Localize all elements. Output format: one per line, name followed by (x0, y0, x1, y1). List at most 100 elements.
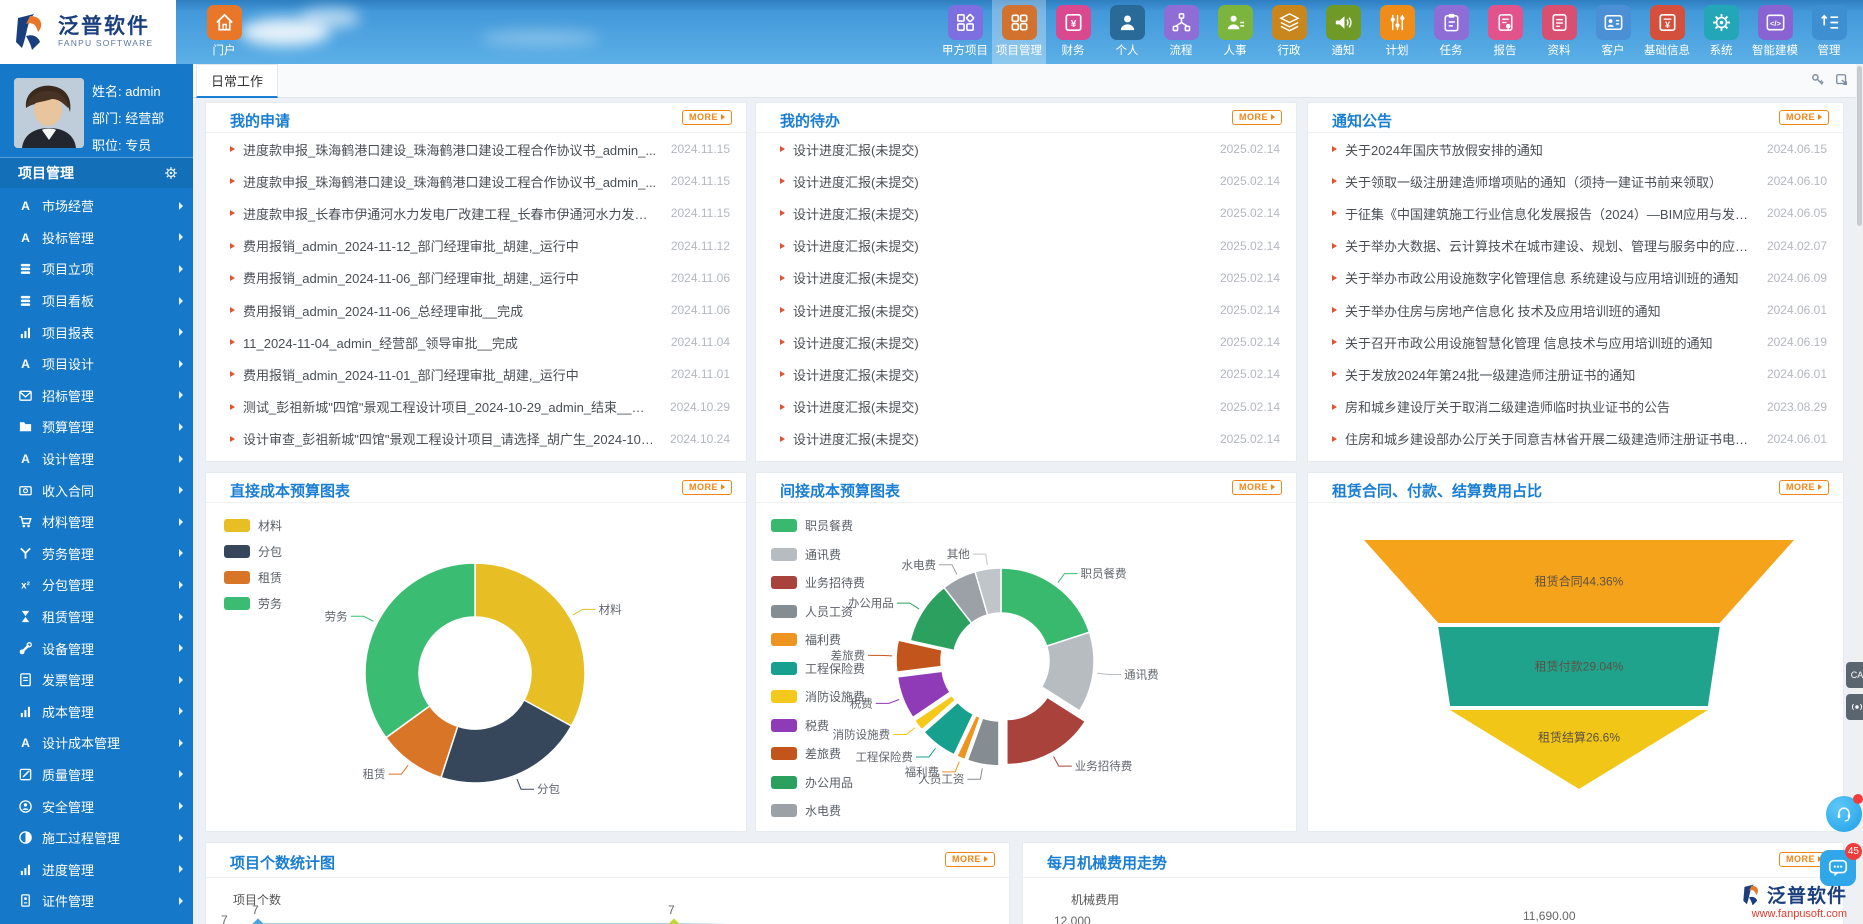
more-button[interactable]: MORE (682, 110, 732, 125)
scrollbar-thumb[interactable] (1857, 66, 1862, 226)
more-button[interactable]: MORE (682, 480, 732, 495)
nav-item[interactable]: 行政 (1262, 0, 1316, 64)
sidebar-item[interactable]: 劳务管理 (0, 538, 193, 570)
list-item[interactable]: 关于举办大数据、云计算技术在城市建设、规划、管理与服务中的应用培训班... 20… (1308, 230, 1843, 262)
list-item[interactable]: 费用报销_admin_2024-11-01_部门经理审批_胡建,_运行中 202… (206, 358, 746, 390)
nav-item[interactable]: 客户 (1586, 0, 1640, 64)
avatar[interactable] (14, 78, 84, 148)
legend-item[interactable]: 劳务 (224, 595, 282, 612)
sidebar-item[interactable]: 设计成本管理 (0, 727, 193, 759)
list-item[interactable]: 设计进度汇报(未提交) 2025.02.14 (756, 326, 1296, 358)
list-item[interactable]: 11_2024-11-04_admin_经营部_领导审批__完成 2024.11… (206, 326, 746, 358)
data-point-marker[interactable] (668, 918, 679, 924)
list-item[interactable]: 设计进度汇报(未提交) 2025.02.14 (756, 294, 1296, 326)
data-point-marker[interactable] (252, 918, 263, 924)
list-item[interactable]: 关于发放2024年第24批一级建造师注册证书的通知 2024.06.01 (1308, 358, 1843, 390)
sidebar-item[interactable]: 收入合同 (0, 474, 193, 506)
key-icon[interactable] (1811, 73, 1825, 87)
legend-item[interactable]: 水电费 (771, 802, 865, 819)
more-button[interactable]: MORE (1232, 480, 1282, 495)
sidebar-item[interactable]: 市场经营 (0, 190, 193, 222)
voice-widget[interactable] (1846, 694, 1863, 720)
project-count-line-chart[interactable] (206, 913, 1010, 924)
legend-item[interactable]: 消防设施费 (771, 688, 865, 705)
nav-item[interactable]: 甲方项目 (938, 0, 992, 64)
list-item[interactable]: 关于领取一级注册建造师增项贴的通知（须持一建证书前来领取） 2024.06.10 (1308, 165, 1843, 197)
sidebar-item[interactable]: 项目立项 (0, 253, 193, 285)
more-button[interactable]: MORE (1779, 480, 1829, 495)
nav-item[interactable]: 资料 (1532, 0, 1586, 64)
list-item[interactable]: 设计进度汇报(未提交) 2025.02.14 (756, 230, 1296, 262)
legend-item[interactable]: 业务招待费 (771, 574, 865, 591)
sidebar-section-project-management[interactable]: 项目管理 (0, 158, 193, 188)
nav-item[interactable]: 个人 (1100, 0, 1154, 64)
legend-item[interactable]: 其他 (771, 831, 865, 833)
list-item[interactable]: 设计进度汇报(未提交) 2025.02.14 (756, 133, 1296, 165)
nav-item[interactable]: 系统 (1694, 0, 1748, 64)
list-item[interactable]: 设计审查_彭祖新城"四馆"景观工程设计项目_请选择_胡广生_2024-10-2.… (206, 423, 746, 455)
legend-item[interactable]: 通讯费 (771, 546, 865, 563)
list-item[interactable]: 费用报销_admin_2024-11-06_部门经理审批_胡建,_运行中 202… (206, 262, 746, 294)
customer-service-button[interactable] (1826, 796, 1862, 832)
external-link-icon[interactable] (1835, 73, 1849, 87)
pie-slice[interactable] (1001, 568, 1089, 646)
list-item[interactable]: 关于召开市政公用设施智慧化管理 信息技术与应用培训班的通知 2024.06.19 (1308, 326, 1843, 358)
list-item[interactable]: 关于2024年国庆节放假安排的通知 2024.06.15 (1308, 133, 1843, 165)
nav-item[interactable]: 基础信息 (1640, 0, 1694, 64)
list-item[interactable]: 进度款申报_长春市伊通河水力发电厂改建工程_长春市伊通河水力发电... 2024… (206, 197, 746, 229)
legend-item[interactable]: 人员工资 (771, 603, 865, 620)
nav-item[interactable]: 智能建模 (1748, 0, 1802, 64)
nav-item[interactable]: 人事 (1208, 0, 1262, 64)
list-item[interactable]: 房和城乡建设厅关于取消二级建造师临时执业证书的公告 2023.08.29 (1308, 391, 1843, 423)
sidebar-item[interactable]: 进度管理 (0, 853, 193, 885)
list-item[interactable]: 测试_彭祖新城"四馆"景观工程设计项目_2024-10-29_admin_结束_… (206, 391, 746, 423)
list-item[interactable]: 费用报销_admin_2024-11-12_部门经理审批_胡建,_运行中 202… (206, 230, 746, 262)
list-item[interactable]: 进度款申报_珠海鹤港口建设_珠海鹤港口建设工程合作协议书_admin_... 2… (206, 133, 746, 165)
nav-item[interactable]: 管理 (1802, 0, 1856, 64)
sidebar-item[interactable]: 安全管理 (0, 790, 193, 822)
nav-item[interactable]: 计划 (1370, 0, 1424, 64)
sidebar-item[interactable]: 发票管理 (0, 664, 193, 696)
rental-funnel-chart[interactable]: 租赁合同44.36%租赁付款29.04%租赁结算26.6% (1308, 507, 1844, 832)
sidebar-item[interactable]: 分包管理 (0, 569, 193, 601)
sidebar-item[interactable]: 设备管理 (0, 632, 193, 664)
more-button[interactable]: MORE (1232, 110, 1282, 125)
more-button[interactable]: MORE (1779, 110, 1829, 125)
direct-cost-donut-chart[interactable]: 材料分包租赁劳务 (206, 507, 747, 832)
legend-item[interactable]: 职员餐费 (771, 517, 865, 534)
sidebar-item[interactable]: 设计管理 (0, 443, 193, 475)
list-item[interactable]: 于征集《中国建筑施工行业信息化发展报告（2024）—BIM应用与发展》材料...… (1308, 197, 1843, 229)
gear-icon[interactable] (163, 165, 179, 181)
legend-item[interactable]: 办公用品 (771, 774, 865, 791)
nav-item[interactable]: 财务 (1046, 0, 1100, 64)
sidebar-item[interactable]: 施工过程管理 (0, 822, 193, 854)
sidebar-item[interactable]: 项目设计 (0, 348, 193, 380)
legend-item[interactable]: 分包 (224, 543, 282, 560)
list-item[interactable]: 进度款申报_珠海鹤港口建设_珠海鹤港口建设工程合作协议书_admin_... 2… (206, 165, 746, 197)
sidebar-item[interactable]: 成本管理 (0, 696, 193, 728)
legend-item[interactable]: 材料 (224, 517, 282, 534)
sidebar-item[interactable]: 项目看板 (0, 285, 193, 317)
sidebar-item[interactable]: 项目报表 (0, 316, 193, 348)
list-item[interactable]: 设计进度汇报(未提交) 2025.02.14 (756, 391, 1296, 423)
sidebar-item[interactable]: 证件管理 (0, 885, 193, 917)
list-item[interactable]: 设计进度汇报(未提交) 2025.02.14 (756, 358, 1296, 390)
sidebar-item[interactable]: 投标管理 (0, 222, 193, 254)
funnel-segment[interactable] (1450, 710, 1708, 789)
list-item[interactable]: 费用报销_admin_2024-11-06_总经理审批__完成 2024.11.… (206, 294, 746, 326)
list-item[interactable]: 关于举办住房与房地产信息化 技术及应用培训班的通知 2024.06.01 (1308, 294, 1843, 326)
sidebar-item[interactable]: 材料管理 (0, 506, 193, 538)
legend-item[interactable]: 税费 (771, 717, 865, 734)
ca-certificate-widget[interactable]: CA (1846, 662, 1863, 688)
nav-item[interactable]: 项目管理 (992, 0, 1046, 64)
sidebar-item[interactable]: 预算管理 (0, 411, 193, 443)
list-item[interactable]: 设计进度汇报(未提交) 2025.02.14 (756, 262, 1296, 294)
nav-item[interactable]: 通知 (1316, 0, 1370, 64)
nav-item[interactable]: 报告 (1478, 0, 1532, 64)
nav-item[interactable]: 任务 (1424, 0, 1478, 64)
list-item[interactable]: 关于举办市政公用设施数字化管理信息 系统建设与应用培训班的通知 2024.06.… (1308, 262, 1843, 294)
legend-item[interactable]: 租赁 (224, 569, 282, 586)
list-item[interactable]: 住房和城乡建设部办公厅关于同意吉林省开展二级建造师注册证书电子化试点... 20… (1308, 423, 1843, 455)
pie-slice[interactable] (475, 563, 585, 726)
sidebar-item[interactable]: 租赁管理 (0, 601, 193, 633)
